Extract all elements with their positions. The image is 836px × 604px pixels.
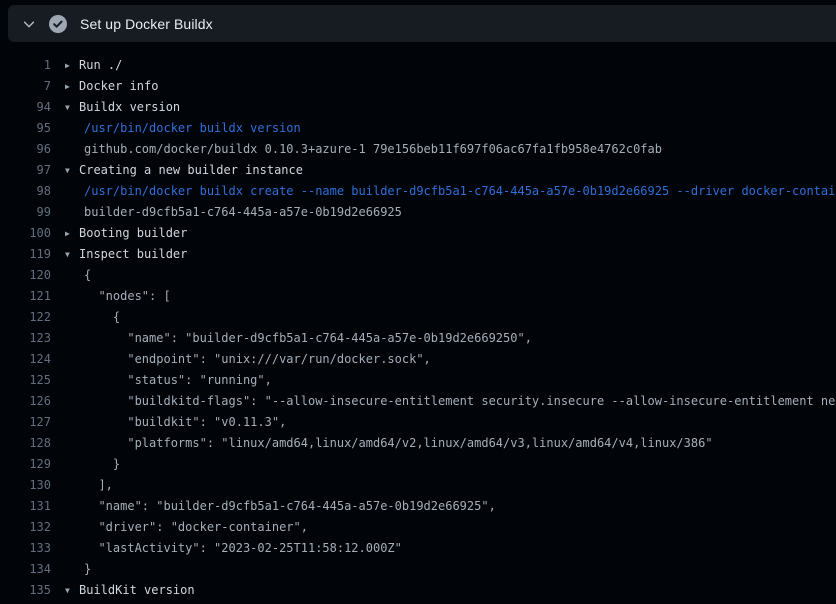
chevron-right-icon[interactable]: ▶ (65, 55, 79, 76)
log-group-title[interactable]: Inspect builder (79, 244, 187, 265)
chevron-down-icon[interactable]: ▼ (65, 97, 79, 118)
log-group-title[interactable]: Run ./ (79, 55, 122, 76)
line-number[interactable]: 126 (0, 391, 51, 412)
chevron-down-icon[interactable] (18, 17, 40, 31)
log-text: builder-d9cfb5a1-c764-445a-a57e-0b19d2e6… (84, 202, 402, 223)
log-line: 97 ▼Creating a new builder instance (0, 160, 836, 181)
line-number[interactable]: 130 (0, 475, 51, 496)
line-number[interactable]: 97 (0, 160, 51, 181)
line-number[interactable]: 95 (0, 118, 51, 139)
log-text: /usr/bin/docker buildx version (84, 118, 301, 139)
line-number[interactable]: 98 (0, 181, 51, 202)
chevron-down-icon[interactable]: ▼ (65, 244, 79, 265)
log-text: "endpoint": "unix:///var/run/docker.sock… (84, 349, 431, 370)
log-line: 135 ▼BuildKit version (0, 580, 836, 601)
line-number[interactable]: 1 (0, 55, 51, 76)
line-number[interactable]: 134 (0, 559, 51, 580)
chevron-down-icon[interactable]: ▼ (65, 160, 79, 181)
line-number[interactable]: 132 (0, 517, 51, 538)
log-line: 120 { (0, 265, 836, 286)
log-text: "buildkitd-flags": "--allow-insecure-ent… (84, 391, 836, 412)
line-number[interactable]: 135 (0, 580, 51, 601)
line-number[interactable]: 121 (0, 286, 51, 307)
log-line: 124 "endpoint": "unix:///var/run/docker.… (0, 349, 836, 370)
log-group-title[interactable]: Creating a new builder instance (79, 160, 303, 181)
log-line: 1 ▶Run ./ (0, 55, 836, 76)
log-line: 7 ▶Docker info (0, 76, 836, 97)
log-text: "name": "builder-d9cfb5a1-c764-445a-a57e… (84, 328, 532, 349)
log-text: github.com/docker/buildx 0.10.3+azure-1 … (84, 139, 662, 160)
log-text: } (84, 454, 120, 475)
line-number[interactable]: 131 (0, 496, 51, 517)
log-line: 96 github.com/docker/buildx 0.10.3+azure-… (0, 139, 836, 160)
log-line: 119 ▼Inspect builder (0, 244, 836, 265)
log-text: "driver": "docker-container", (84, 517, 308, 538)
log-text: /usr/bin/docker buildx create --name bui… (84, 181, 836, 202)
step-title: Set up Docker Buildx (80, 16, 213, 32)
log-view: 1▶Run ./7▶Docker info94▼Buildx version95… (0, 55, 836, 604)
line-number[interactable]: 119 (0, 244, 51, 265)
log-line: 132 "driver": "docker-container", (0, 517, 836, 538)
log-text: { (84, 307, 120, 328)
line-number[interactable]: 120 (0, 265, 51, 286)
line-number[interactable]: 125 (0, 370, 51, 391)
log-group-title[interactable]: Booting builder (79, 223, 187, 244)
chevron-right-icon[interactable]: ▶ (65, 223, 79, 244)
log-text: "platforms": "linux/amd64,linux/amd64/v2… (84, 433, 713, 454)
log-group-title[interactable]: BuildKit version (79, 580, 195, 601)
log-line: 131 "name": "builder-d9cfb5a1-c764-445a-… (0, 496, 836, 517)
line-number[interactable]: 127 (0, 412, 51, 433)
log-text: } (84, 559, 91, 580)
chevron-down-icon[interactable]: ▼ (65, 580, 79, 601)
log-line: 123 "name": "builder-d9cfb5a1-c764-445a-… (0, 328, 836, 349)
log-line: 121 "nodes": [ (0, 286, 836, 307)
log-line: 100 ▶Booting builder (0, 223, 836, 244)
log-text: "name": "builder-d9cfb5a1-c764-445a-a57e… (84, 496, 496, 517)
log-text: "buildkit": "v0.11.3", (84, 412, 286, 433)
line-number[interactable]: 94 (0, 97, 51, 118)
log-line: 94 ▼Buildx version (0, 97, 836, 118)
check-circle-icon (49, 15, 67, 33)
log-line: 126 "buildkitd-flags": "--allow-insecure… (0, 391, 836, 412)
line-number[interactable]: 7 (0, 76, 51, 97)
log-text: "nodes": [ (84, 286, 171, 307)
log-line: 125 "status": "running", (0, 370, 836, 391)
log-line: 133 "lastActivity": "2023-02-25T11:58:12… (0, 538, 836, 559)
log-text: { (84, 265, 91, 286)
line-number[interactable]: 96 (0, 139, 51, 160)
line-number[interactable]: 122 (0, 307, 51, 328)
log-line: 95/usr/bin/docker buildx version (0, 118, 836, 139)
log-line: 129 } (0, 454, 836, 475)
line-number[interactable]: 133 (0, 538, 51, 559)
log-group-title[interactable]: Buildx version (79, 97, 180, 118)
line-number[interactable]: 124 (0, 349, 51, 370)
line-number[interactable]: 100 (0, 223, 51, 244)
log-line: 134} (0, 559, 836, 580)
line-number[interactable]: 129 (0, 454, 51, 475)
log-line: 99 builder-d9cfb5a1-c764-445a-a57e-0b19d2… (0, 202, 836, 223)
step-header[interactable]: Set up Docker Buildx (8, 5, 836, 42)
chevron-right-icon[interactable]: ▶ (65, 76, 79, 97)
log-group-title[interactable]: Docker info (79, 76, 158, 97)
log-line: 98/usr/bin/docker buildx create --name b… (0, 181, 836, 202)
line-number[interactable]: 123 (0, 328, 51, 349)
log-line: 122 { (0, 307, 836, 328)
log-line: 128 "platforms": "linux/amd64,linux/amd6… (0, 433, 836, 454)
log-line: 127 "buildkit": "v0.11.3", (0, 412, 836, 433)
log-text: ], (84, 475, 113, 496)
log-line: 130 ], (0, 475, 836, 496)
log-text: "status": "running", (84, 370, 272, 391)
line-number[interactable]: 128 (0, 433, 51, 454)
line-number[interactable]: 99 (0, 202, 51, 223)
log-text: "lastActivity": "2023-02-25T11:58:12.000… (84, 538, 402, 559)
